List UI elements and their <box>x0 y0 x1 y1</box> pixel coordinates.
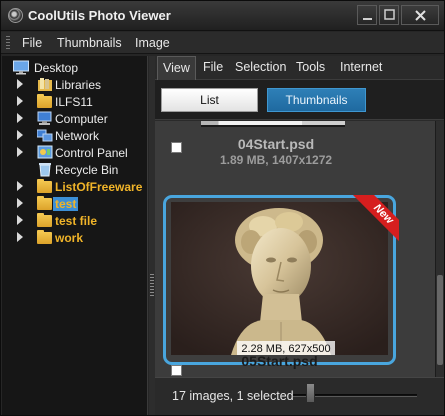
minimize-icon <box>363 18 372 20</box>
title-bar[interactable]: CoolUtils Photo Viewer <box>1 1 444 31</box>
zoom-slider-thumb[interactable] <box>306 383 315 403</box>
user-folder-icon <box>37 94 52 108</box>
tree-item-libraries[interactable]: Libraries <box>17 77 143 93</box>
tree-item-label: Desktop <box>34 61 79 75</box>
tree-item-desktop[interactable]: Desktop <box>13 60 143 76</box>
expand-arrow-icon[interactable] <box>17 198 23 208</box>
control-panel-icon <box>37 145 53 160</box>
folder-icon <box>37 230 52 244</box>
close-icon <box>415 10 426 21</box>
tree-item-test[interactable]: test <box>17 196 143 212</box>
expand-arrow-icon[interactable] <box>17 96 23 106</box>
tab-selection[interactable]: Selection <box>235 60 286 74</box>
tree-item-label: ListOfFreeware <box>55 180 143 194</box>
tab-tools[interactable]: Tools <box>296 60 325 74</box>
expand-arrow-icon[interactable] <box>17 147 23 157</box>
app-window: CoolUtils Photo Viewer File Thumbnails I… <box>0 0 445 416</box>
tree-item-label: work <box>55 231 84 245</box>
menu-image[interactable]: Image <box>135 36 170 50</box>
folder-icon <box>37 196 52 210</box>
tab-internet[interactable]: Internet <box>340 60 382 74</box>
ribbon-tabs: View File Selection Tools Internet <box>155 56 444 81</box>
expand-arrow-icon[interactable] <box>17 232 23 242</box>
thumbnail-meta: 1.89 MB, 1407x1272 <box>219 153 333 167</box>
close-button[interactable] <box>401 5 439 25</box>
minimize-button[interactable] <box>357 5 377 25</box>
thumbnail-filename: 05Start.psd <box>241 353 318 369</box>
app-title: CoolUtils Photo Viewer <box>28 8 171 23</box>
view-toolbar: List Thumbnails <box>155 80 444 120</box>
thumbnails-view-button[interactable]: Thumbnails <box>267 88 366 112</box>
tree-item-recycle-bin[interactable]: Recycle Bin <box>17 162 143 178</box>
select-checkbox[interactable] <box>171 142 182 153</box>
folder-tree: Desktop Libraries ILFS11 Computer Networ… <box>2 56 148 415</box>
list-view-button[interactable]: List <box>161 88 258 112</box>
tree-item-label: Control Panel <box>55 146 128 160</box>
thumbnail-filename: 04Start.psd <box>237 136 315 152</box>
tree-item-label: Recycle Bin <box>55 163 119 177</box>
status-text: 17 images, 1 selected <box>172 389 294 403</box>
tree-item-control-panel[interactable]: Control Panel <box>17 145 143 161</box>
menu-bar: File Thumbnails Image <box>1 32 444 54</box>
tab-file[interactable]: File <box>203 60 223 74</box>
expand-arrow-icon[interactable] <box>17 113 23 123</box>
app-logo-icon <box>8 8 23 23</box>
tree-item-label: test <box>53 197 79 211</box>
tree-item-test-file[interactable]: test file <box>17 213 143 229</box>
new-badge-label: New <box>352 195 399 245</box>
expand-arrow-icon[interactable] <box>17 215 23 225</box>
recycle-bin-icon <box>37 162 53 177</box>
expand-arrow-icon[interactable] <box>17 181 23 191</box>
network-icon <box>36 128 53 143</box>
tree-item-label: Libraries <box>55 78 102 92</box>
splitter-grip-icon <box>150 274 154 298</box>
menu-grip-icon <box>6 36 10 50</box>
desktop-icon <box>13 60 29 75</box>
thumbnail-gallery[interactable]: 04Start.psd 1.89 MB, 1407x1272 2.28 MB, … <box>155 121 444 377</box>
gallery-scrollbar[interactable] <box>435 121 444 377</box>
tree-item-label: Network <box>55 129 100 143</box>
new-badge: New <box>347 195 399 247</box>
expand-arrow-icon[interactable] <box>17 79 23 89</box>
tree-item-network[interactable]: Network <box>17 128 143 144</box>
viewer-panel: View File Selection Tools Internet List … <box>155 56 444 415</box>
tree-item-listoffreeware[interactable]: ListOfFreeware <box>17 179 143 195</box>
thumbnail-card-selected[interactable]: 2.28 MB, 627x500 New 05Start.psd <box>163 195 399 369</box>
tree-item-computer[interactable]: Computer <box>17 111 143 127</box>
expand-arrow-icon[interactable] <box>17 130 23 140</box>
maximize-button[interactable] <box>379 5 399 25</box>
tree-item-label: test file <box>55 214 98 228</box>
menu-file[interactable]: File <box>22 36 42 50</box>
tree-item-ilfs11[interactable]: ILFS11 <box>17 94 143 110</box>
menu-thumbnails[interactable]: Thumbnails <box>57 36 122 50</box>
scrollbar-thumb[interactable] <box>437 275 443 365</box>
select-checkbox[interactable] <box>171 365 182 376</box>
maximize-icon <box>384 9 395 20</box>
folder-icon <box>37 179 52 193</box>
thumbnail-image[interactable] <box>201 121 345 127</box>
tree-item-label: Computer <box>55 112 108 126</box>
libraries-icon <box>37 77 53 92</box>
folder-icon <box>37 213 52 227</box>
computer-icon <box>37 111 53 126</box>
tree-item-label: ILFS11 <box>55 95 93 109</box>
tree-item-work[interactable]: work <box>17 230 143 246</box>
tab-view[interactable]: View <box>157 56 196 81</box>
status-bar: 17 images, 1 selected <box>155 377 444 415</box>
